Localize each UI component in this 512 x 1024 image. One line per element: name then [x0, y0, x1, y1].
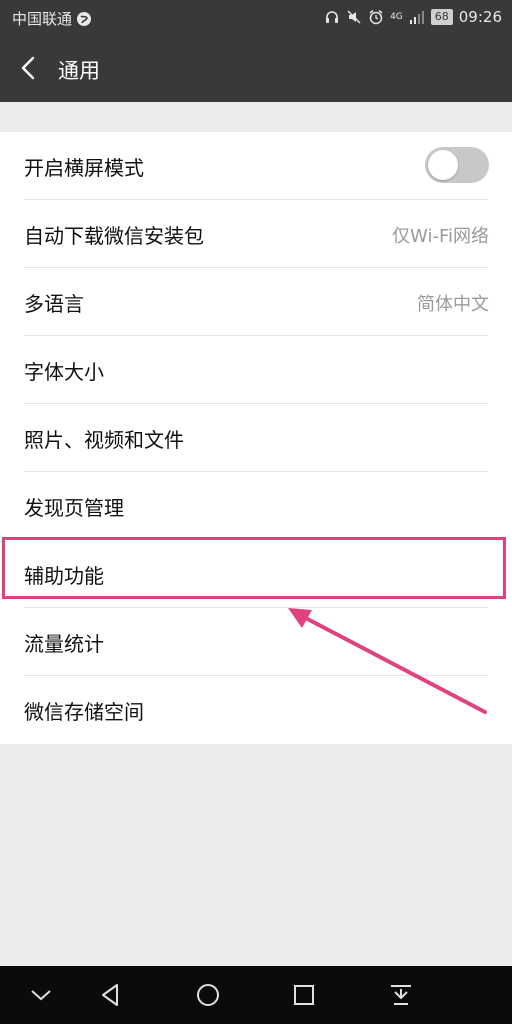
setting-landscape-mode[interactable]: 开启横屏模式	[0, 132, 512, 200]
status-icons: 4G 68 09:26	[324, 8, 502, 26]
title-bar: 通用	[0, 34, 512, 102]
setting-value: 仅Wi-Fi网络	[392, 226, 489, 247]
setting-label: 自动下载微信安装包	[24, 224, 204, 248]
page-title: 通用	[58, 59, 100, 83]
chevron-down-icon[interactable]	[26, 980, 56, 1010]
network-type: 4G	[390, 11, 403, 22]
notification-pulldown-icon[interactable]	[386, 980, 416, 1010]
setting-label: 照片、视频和文件	[24, 428, 184, 452]
carrier-group: 中国联通	[12, 8, 92, 29]
setting-photos-videos-files[interactable]: 照片、视频和文件	[0, 404, 512, 472]
signal-icon	[409, 11, 424, 24]
clock: 09:26	[458, 8, 502, 26]
carrier-name: 中国联通	[12, 10, 73, 28]
landscape-toggle[interactable]	[425, 147, 489, 183]
back-triangle-icon[interactable]	[96, 980, 126, 1010]
home-icon[interactable]	[193, 980, 223, 1010]
back-icon[interactable]	[14, 52, 44, 84]
status-bar: 中国联通 4G 68 09:26	[0, 0, 512, 34]
setting-auto-download[interactable]: 自动下载微信安装包 仅Wi-Fi网络	[0, 200, 512, 268]
setting-label: 字体大小	[24, 360, 104, 384]
setting-discover-management[interactable]: 发现页管理	[0, 472, 512, 540]
setting-label: 流量统计	[24, 632, 104, 656]
section-gap	[0, 102, 512, 132]
recents-icon[interactable]	[289, 980, 319, 1010]
setting-label: 发现页管理	[24, 496, 124, 520]
setting-label: 开启横屏模式	[24, 156, 144, 180]
setting-language[interactable]: 多语言 简体中文	[0, 268, 512, 336]
headphones-icon	[326, 11, 339, 23]
globe-icon	[77, 11, 92, 26]
toggle-knob	[428, 150, 458, 180]
alarm-icon	[369, 9, 383, 25]
setting-value: 简体中文	[417, 294, 489, 315]
battery-icon: 68	[430, 9, 453, 25]
setting-label: 微信存储空间	[24, 700, 144, 724]
highlight-box	[2, 537, 506, 599]
system-nav-bar	[0, 966, 512, 1024]
setting-label: 多语言	[24, 292, 84, 316]
mute-icon	[347, 10, 361, 24]
setting-font-size[interactable]: 字体大小	[0, 336, 512, 404]
pointer-arrow	[288, 608, 487, 714]
